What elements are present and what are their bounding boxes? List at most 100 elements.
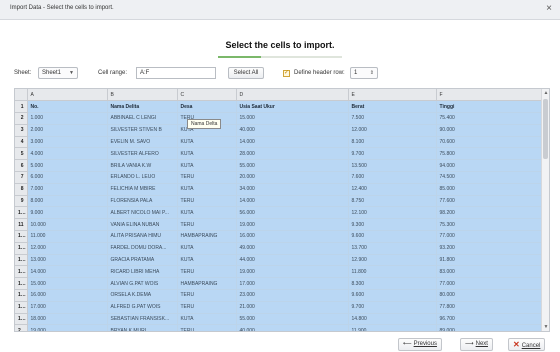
table-cell[interactable]: 90.000 <box>436 124 543 137</box>
table-cell[interactable]: 9.000 <box>27 206 108 220</box>
table-cell[interactable]: 34.000 <box>236 183 349 196</box>
table-cell[interactable]: ALITA PRISANA HIMU <box>107 230 178 243</box>
row-number[interactable]: 9 <box>15 195 28 208</box>
table-cell[interactable]: 55.000 <box>236 159 349 173</box>
table-cell[interactable]: 9.700 <box>348 301 437 314</box>
next-button[interactable]: ⟶ Next <box>460 338 493 351</box>
table-cell[interactable]: 18.000 <box>27 313 108 326</box>
table-cell[interactable]: KUTA <box>177 136 237 149</box>
table-cell[interactable]: 1.000 <box>27 112 108 125</box>
table-cell[interactable]: 19.000 <box>27 324 108 331</box>
table-cell[interactable]: 15.000 <box>236 112 349 125</box>
table-cell[interactable]: 75.800 <box>436 147 543 161</box>
table-cell[interactable]: 16.000 <box>236 230 349 243</box>
table-cell[interactable]: 8.300 <box>348 277 437 291</box>
table-cell[interactable]: BRILA VANIA K.W <box>107 159 178 173</box>
column-header[interactable]: A <box>27 89 108 102</box>
table-cell[interactable]: Usia Saat Ukur <box>236 100 349 114</box>
sheet-select[interactable]: Sheet1 ▼ <box>38 67 78 79</box>
table-cell[interactable]: 20.000 <box>236 171 349 184</box>
row-number[interactable]: 6 <box>15 159 28 173</box>
previous-button[interactable]: ⟵ Previous <box>398 338 442 351</box>
table-cell[interactable]: 19.000 <box>236 265 349 279</box>
select-all-button[interactable]: Select All <box>228 67 264 79</box>
row-number[interactable]: 20 <box>15 324 28 331</box>
table-cell[interactable]: TERU <box>177 218 237 232</box>
table-cell[interactable]: 13.500 <box>348 159 437 173</box>
table-cell[interactable]: 74.500 <box>436 171 543 184</box>
table-cell[interactable]: 40.000 <box>236 324 349 331</box>
table-cell[interactable]: 9.300 <box>348 218 437 232</box>
table-cell[interactable]: Nama Delita <box>107 100 178 114</box>
table-cell[interactable]: Tinggi <box>436 100 543 114</box>
column-header[interactable]: C <box>177 89 237 102</box>
row-number[interactable]: 19 <box>15 313 28 326</box>
table-cell[interactable]: 8.100 <box>348 136 437 149</box>
table-cell[interactable]: KUTA <box>177 313 237 326</box>
table-cell[interactable]: 14.000 <box>236 195 349 208</box>
table-cell[interactable]: KUTA <box>177 254 237 267</box>
table-cell[interactable]: 55.000 <box>236 313 349 326</box>
define-header-checkbox[interactable]: ✓ <box>283 70 290 77</box>
table-cell[interactable]: 14.800 <box>348 313 437 326</box>
row-number[interactable]: 11 <box>15 218 28 232</box>
table-cell[interactable]: 16.000 <box>27 289 108 302</box>
table-cell[interactable]: 77.600 <box>436 195 543 208</box>
table-cell[interactable]: 14.000 <box>27 265 108 279</box>
table-cell[interactable]: 15.000 <box>27 277 108 291</box>
table-cell[interactable]: Desa <box>177 100 237 114</box>
row-number[interactable]: 2 <box>15 112 28 125</box>
table-cell[interactable]: 9.600 <box>348 289 437 302</box>
row-number[interactable]: 12 <box>15 230 28 243</box>
table-cell[interactable]: 77.800 <box>436 301 543 314</box>
table-cell[interactable]: 13.000 <box>27 254 108 267</box>
table-cell[interactable]: 56.000 <box>236 206 349 220</box>
table-cell[interactable]: SILVESTER STIVEN B <box>107 124 178 137</box>
table-cell[interactable]: KUTA <box>177 159 237 173</box>
table-cell[interactable]: 83.000 <box>436 265 543 279</box>
table-cell[interactable]: 7.600 <box>348 171 437 184</box>
row-number[interactable]: 3 <box>15 124 28 137</box>
table-cell[interactable]: ALBERT NICOLO MAI P... <box>107 206 178 220</box>
table-cell[interactable]: 12.900 <box>348 254 437 267</box>
table-cell[interactable]: TERU <box>177 195 237 208</box>
row-number[interactable]: 4 <box>15 136 28 149</box>
column-header[interactable]: F <box>436 89 543 102</box>
table-cell[interactable]: 11.900 <box>348 324 437 331</box>
table-cell[interactable]: 5.000 <box>27 159 108 173</box>
table-cell[interactable]: 14.000 <box>236 136 349 149</box>
table-cell[interactable]: 12.000 <box>348 124 437 137</box>
table-cell[interactable]: KUTA <box>177 206 237 220</box>
cancel-button[interactable]: ✕ Cancel <box>508 338 546 351</box>
table-cell[interactable]: 11.000 <box>27 230 108 243</box>
column-header[interactable]: D <box>236 89 349 102</box>
table-cell[interactable]: 28.000 <box>236 147 349 161</box>
table-cell[interactable]: 21.000 <box>236 301 349 314</box>
table-cell[interactable]: FLORENSIA PALA <box>107 195 178 208</box>
table-cell[interactable]: 80.000 <box>436 289 543 302</box>
table-cell[interactable]: 12.000 <box>27 242 108 255</box>
row-number[interactable]: 16 <box>15 277 28 291</box>
table-cell[interactable]: 75.300 <box>436 218 543 232</box>
table-cell[interactable]: SILVESTER ALFERO <box>107 147 178 161</box>
table-cell[interactable]: 40.000 <box>236 124 349 137</box>
table-cell[interactable]: 9.700 <box>348 147 437 161</box>
row-number[interactable]: 5 <box>15 147 28 161</box>
table-cell[interactable]: 98.200 <box>436 206 543 220</box>
table-cell[interactable]: 3.000 <box>27 136 108 149</box>
row-number[interactable]: 17 <box>15 289 28 302</box>
cell-range-input[interactable]: A:F <box>136 67 216 79</box>
table-cell[interactable]: 94.000 <box>436 159 543 173</box>
column-header[interactable]: E <box>348 89 437 102</box>
scroll-thumb[interactable] <box>543 99 548 159</box>
table-cell[interactable]: 17.000 <box>236 277 349 291</box>
table-cell[interactable]: 89.000 <box>436 324 543 331</box>
table-cell[interactable]: 7.000 <box>27 183 108 196</box>
table-cell[interactable]: HAMBAPRAING <box>177 277 237 291</box>
table-cell[interactable]: TERU <box>177 289 237 302</box>
row-number[interactable]: 15 <box>15 265 28 279</box>
table-cell[interactable]: EVELIN M. SAVO <box>107 136 178 149</box>
cell-grid[interactable]: A B C D E F 1 No. Nama Delita Desa Usia Saat… <box>14 88 550 332</box>
table-cell[interactable]: TERU <box>177 301 237 314</box>
header-row-spinner[interactable]: 1 ⇕ <box>350 67 378 79</box>
